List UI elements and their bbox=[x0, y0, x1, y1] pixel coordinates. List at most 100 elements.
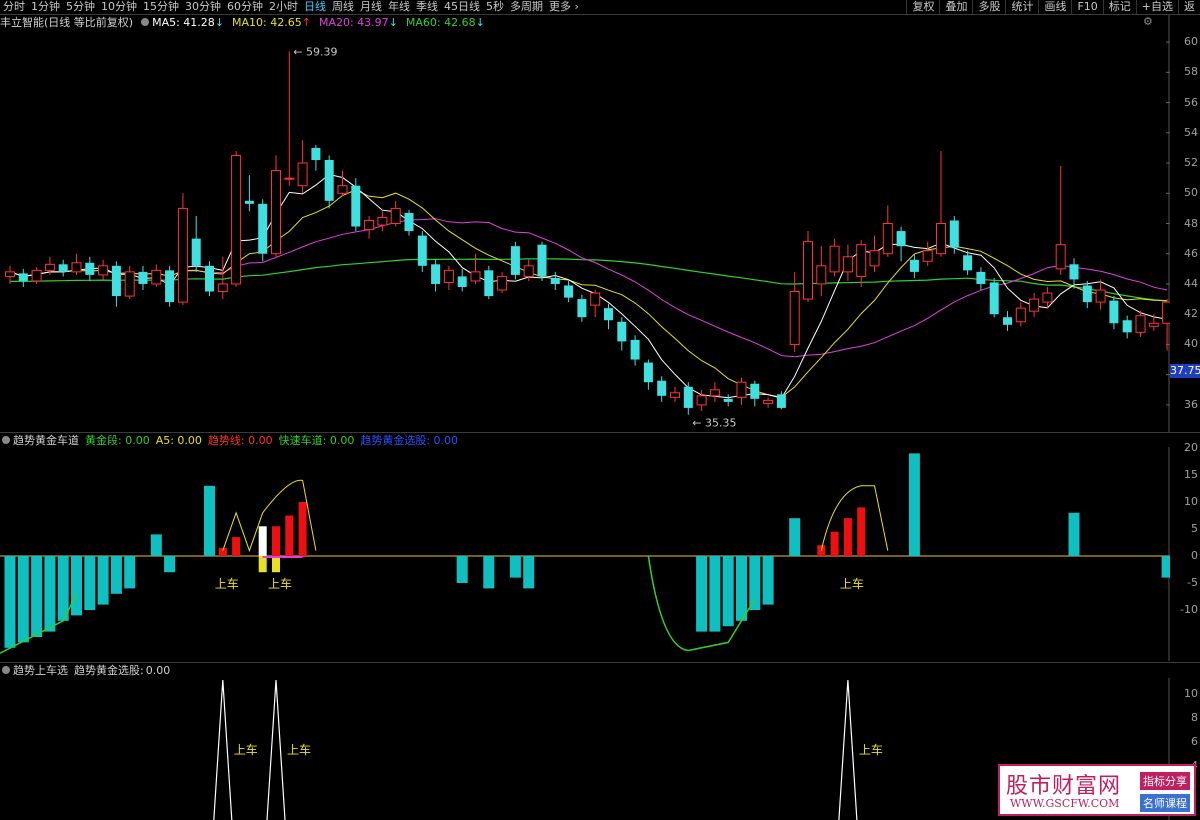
indicator-axis-2: 20 15 10 5 0 -5 -10 bbox=[1170, 441, 1200, 661]
candle bbox=[258, 199, 268, 262]
price-tick: 44 bbox=[1184, 276, 1198, 290]
buy-signal-label: 上车 bbox=[268, 576, 292, 591]
indicator-bar bbox=[71, 556, 82, 616]
period-tab-3[interactable]: 10分钟 bbox=[98, 0, 140, 14]
indicator-bar bbox=[456, 556, 468, 583]
toolbar-button-0[interactable]: 复权 bbox=[906, 0, 939, 14]
price-tick: 50 bbox=[1184, 186, 1198, 200]
candle bbox=[457, 268, 467, 292]
candle bbox=[510, 241, 520, 280]
toolbar-button-2[interactable]: 多股 bbox=[972, 0, 1005, 14]
panel2-tick: -10 bbox=[1180, 603, 1198, 616]
period-tab-7[interactable]: 2小时 bbox=[266, 0, 301, 14]
panel-divider-2 bbox=[0, 662, 1200, 663]
trend-bar bbox=[285, 515, 294, 556]
candle bbox=[98, 259, 109, 280]
panel3-tick: 6 bbox=[1191, 735, 1198, 748]
candle bbox=[1055, 166, 1066, 275]
candle bbox=[111, 261, 121, 307]
period-tab-10[interactable]: 月线 bbox=[357, 0, 385, 14]
period-tab-15[interactable]: 多周期 bbox=[507, 0, 546, 14]
panel3-tick: 10 bbox=[1184, 687, 1198, 700]
period-tab-6[interactable]: 60分钟 bbox=[224, 0, 266, 14]
candle bbox=[564, 280, 574, 303]
indicator-bar bbox=[4, 556, 16, 648]
toolbar-button-7[interactable]: +自选 bbox=[1135, 0, 1178, 14]
candle bbox=[577, 294, 587, 322]
logo-tag-course: 名师课程 bbox=[1140, 794, 1190, 812]
candle bbox=[963, 250, 973, 275]
candle bbox=[856, 240, 867, 287]
buy-signal-label: 上车 bbox=[234, 742, 258, 757]
indicator-panel-2[interactable]: 上车 上车 上车 bbox=[0, 447, 1170, 661]
period-tab-0[interactable]: 分时 bbox=[0, 0, 28, 14]
period-tab-5[interactable]: 30分钟 bbox=[182, 0, 224, 14]
candle bbox=[657, 376, 667, 402]
price-tick: 46 bbox=[1184, 246, 1198, 260]
indicator-bar bbox=[124, 556, 136, 589]
toolbar-button-6[interactable]: 标记 bbox=[1102, 0, 1136, 14]
logo-title: 股市财富网 bbox=[1006, 774, 1122, 799]
watermark-logo: 股市财富网 WWW.GSCFW.COM 指标分享 名师课程 bbox=[998, 764, 1196, 816]
candle bbox=[617, 317, 627, 351]
panel3-settings-icon[interactable] bbox=[2, 666, 10, 674]
candle bbox=[949, 215, 959, 254]
price-tick: 54 bbox=[1184, 125, 1198, 139]
panel2-field-3: 快速车道: 0.00 bbox=[278, 434, 355, 447]
trend-bar bbox=[232, 537, 241, 556]
indicator-bar bbox=[509, 556, 521, 578]
indicator-bar bbox=[110, 556, 122, 594]
candle bbox=[284, 51, 295, 186]
period-tab-14[interactable]: 5秒 bbox=[483, 0, 507, 14]
candle bbox=[723, 394, 733, 407]
panel2-field-1: A5: 0.00 bbox=[155, 434, 202, 447]
candle bbox=[750, 380, 760, 407]
candle bbox=[550, 271, 560, 291]
candle bbox=[337, 170, 348, 197]
candle bbox=[417, 231, 427, 272]
candle bbox=[18, 268, 28, 287]
toolbar-button-5[interactable]: F10 bbox=[1071, 0, 1102, 14]
candle bbox=[882, 205, 893, 257]
candle bbox=[497, 271, 508, 294]
period-tab-13[interactable]: 45日线 bbox=[441, 0, 483, 14]
period-tab-4[interactable]: 15分钟 bbox=[140, 0, 182, 14]
panel2-tick: 5 bbox=[1191, 522, 1198, 535]
candle bbox=[763, 397, 774, 408]
candle bbox=[896, 226, 906, 262]
indicator-bar bbox=[44, 556, 56, 632]
trend-bar bbox=[843, 518, 852, 556]
period-tab-1[interactable]: 1分钟 bbox=[28, 0, 63, 14]
toolbar-button-8[interactable]: 返 bbox=[1178, 0, 1200, 14]
buy-signal-label: 上车 bbox=[840, 576, 864, 591]
candle bbox=[138, 265, 148, 291]
period-tab-9[interactable]: 周线 bbox=[329, 0, 357, 14]
candle bbox=[1069, 258, 1079, 289]
indicator-bar bbox=[164, 556, 176, 573]
candle bbox=[364, 215, 375, 239]
period-tab-12[interactable]: 季线 bbox=[413, 0, 441, 14]
candlestick-chart[interactable]: ← 59.39 ← 35.35 bbox=[0, 15, 1170, 432]
indicator-bar bbox=[1068, 512, 1080, 556]
period-tab-16[interactable]: 更多 › bbox=[546, 0, 582, 14]
candle bbox=[537, 241, 547, 281]
price-tick: 52 bbox=[1184, 156, 1198, 170]
panel2-tick: 15 bbox=[1184, 468, 1198, 481]
toolbar-button-4[interactable]: 画线 bbox=[1038, 0, 1071, 14]
candle bbox=[976, 267, 986, 291]
candle bbox=[297, 140, 308, 194]
candle bbox=[151, 264, 162, 287]
period-tab-8[interactable]: 日线 bbox=[301, 0, 329, 14]
trend-bar bbox=[272, 526, 280, 556]
toolbar-button-1[interactable]: 叠加 bbox=[939, 0, 972, 14]
period-tab-11[interactable]: 年线 bbox=[385, 0, 413, 14]
period-tab-2[interactable]: 5分钟 bbox=[63, 0, 98, 14]
candle bbox=[351, 178, 361, 232]
indicator-panel-3[interactable]: 上车 上车 上车 bbox=[0, 678, 1170, 820]
panel2-settings-icon[interactable] bbox=[2, 436, 10, 444]
panel3-title: 趋势上车选 bbox=[13, 664, 68, 677]
toolbar-button-3[interactable]: 统计 bbox=[1005, 0, 1038, 14]
candle bbox=[377, 211, 388, 232]
panel2-header: 趋势黄金车道 黄金段: 0.00 A5: 0.00 趋势线: 0.00 快速车道: 0… bbox=[0, 433, 470, 447]
candle bbox=[71, 253, 82, 275]
